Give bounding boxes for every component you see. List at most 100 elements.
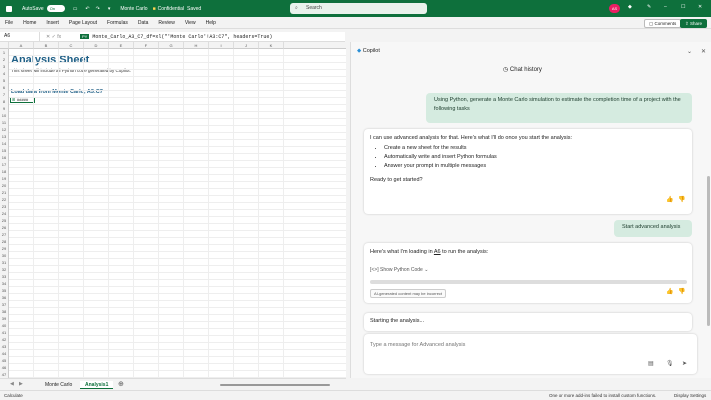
row-header[interactable]: 34 [0,280,9,287]
row-header[interactable]: 21 [0,189,9,196]
row-header[interactable]: 13 [0,133,9,140]
column-header[interactable]: B [34,42,59,49]
row-header[interactable]: 41 [0,329,9,336]
undo-icon[interactable]: ↶ [85,6,89,12]
row-header[interactable]: 43 [0,343,9,350]
formula-input[interactable]: Monte_Carlo_A3_C7_df=xl("'Monte Carlo'!A… [92,34,272,40]
column-header[interactable]: F [134,42,159,49]
column-header[interactable]: G [159,42,184,49]
row-header[interactable]: 15 [0,147,9,154]
status-addins[interactable]: One or more add-ins failed to install cu… [549,391,656,400]
row-header[interactable]: 38 [0,308,9,315]
row-header[interactable]: 2 [0,56,9,63]
scroll-tabs-right-icon[interactable]: ▶ [19,381,23,387]
search-box[interactable]: ⌕ Search [290,3,427,14]
thumbs-up-icon[interactable]: 👍 [666,288,673,295]
row-header[interactable]: 36 [0,294,9,301]
row-header[interactable]: 5 [0,77,9,84]
column-header[interactable]: J [234,42,259,49]
cell-reference-link[interactable]: A6 [434,249,441,255]
row-header[interactable]: 14 [0,140,9,147]
row-header[interactable]: 26 [0,224,9,231]
redo-icon[interactable]: ↷ [96,6,100,12]
row-header[interactable]: 24 [0,210,9,217]
row-header[interactable]: 18 [0,168,9,175]
sensitivity-label[interactable]: Confidential [158,6,184,12]
microphone-icon[interactable]: 🎙 [666,360,674,367]
column-header[interactable]: A [9,42,34,49]
close-icon[interactable]: ✕ [698,4,702,10]
close-panel-icon[interactable]: ✕ [701,48,706,55]
column-header[interactable]: K [259,42,284,49]
row-header[interactable]: 32 [0,266,9,273]
horizontal-scrollbar[interactable] [220,384,330,386]
row-header[interactable]: 46 [0,364,9,371]
row-header[interactable]: 27 [0,231,9,238]
row-header[interactable]: 11 [0,119,9,126]
row-header[interactable]: 42 [0,336,9,343]
column-header[interactable]: D [84,42,109,49]
share-button[interactable]: ⇪ Share [680,19,708,28]
tab-help[interactable]: Help [201,17,221,29]
attach-icon[interactable]: ▤ [648,360,654,367]
row-header[interactable]: 19 [0,175,9,182]
maximize-icon[interactable]: ☐ [681,4,685,10]
enter-icon[interactable]: ✓ [52,34,56,40]
row-header[interactable]: 16 [0,154,9,161]
tab-insert[interactable]: Insert [41,17,64,29]
panel-scrollbar[interactable] [707,176,710,326]
row-header[interactable]: 47 [0,371,9,378]
row-header[interactable]: 25 [0,217,9,224]
row-header[interactable]: 3 [0,63,9,70]
row-header[interactable]: 31 [0,259,9,266]
thumbs-up-icon[interactable]: 👍 [666,196,673,203]
diamond-icon[interactable]: ◆ [628,4,632,10]
sheet-tab-monte-carlo[interactable]: Monte Carlo [40,381,77,389]
cancel-icon[interactable]: ✕ [46,34,50,40]
sheet-tab-analysis1[interactable]: Analysis1 [80,381,114,389]
saved-state[interactable]: Saved [187,6,201,12]
tab-page-layout[interactable]: Page Layout [64,17,102,29]
add-sheet-icon[interactable]: ⊕ [118,380,124,388]
status-calculate[interactable]: Calculate [4,391,23,400]
row-header[interactable]: 29 [0,245,9,252]
row-header[interactable]: 9 [0,105,9,112]
status-display-settings[interactable]: Display Settings [674,391,706,400]
row-header[interactable]: 40 [0,322,9,329]
tab-file[interactable]: File [0,17,18,29]
row-header[interactable]: 33 [0,273,9,280]
avatar[interactable]: AS [609,4,620,13]
tab-review[interactable]: Review [153,17,179,29]
row-header[interactable]: 7 [0,91,9,98]
column-header[interactable]: E [109,42,134,49]
row-header[interactable]: 39 [0,315,9,322]
row-header[interactable]: 23 [0,203,9,210]
row-header[interactable]: 6 [0,84,9,91]
save-icon[interactable]: ▭ [73,6,78,12]
row-header[interactable]: 45 [0,357,9,364]
row-header[interactable]: 10 [0,112,9,119]
row-header[interactable]: 28 [0,238,9,245]
show-python-code-toggle[interactable]: [<>] Show Python Code ⌄ [370,267,428,273]
tab-home[interactable]: Home [18,17,41,29]
spreadsheet-grid[interactable]: A B C D E F G H I J K Analysis Sheet Thi… [0,42,346,378]
chevron-down-icon[interactable]: ⌄ [687,48,692,55]
comments-button[interactable]: ▢ Comments [644,19,682,28]
fx-icon[interactable]: fx [57,34,61,40]
row-header[interactable]: 30 [0,252,9,259]
thumbs-down-icon[interactable]: 👎 [678,196,685,203]
tab-view[interactable]: View [180,17,201,29]
row-header[interactable]: 12 [0,126,9,133]
row-header[interactable]: 35 [0,287,9,294]
select-all-corner[interactable] [0,42,9,49]
autosave-toggle[interactable]: On [46,5,65,12]
customize-qat-icon[interactable]: ▾ [108,6,111,12]
send-icon[interactable]: ➤ [682,360,687,367]
minimize-icon[interactable]: – [664,4,667,10]
row-header[interactable]: 8 [0,98,9,105]
row-header[interactable]: 37 [0,301,9,308]
column-header[interactable]: I [209,42,234,49]
chat-history-button[interactable]: ◷ Chat history [503,66,542,73]
row-header[interactable]: 44 [0,350,9,357]
tab-formulas[interactable]: Formulas [102,17,133,29]
